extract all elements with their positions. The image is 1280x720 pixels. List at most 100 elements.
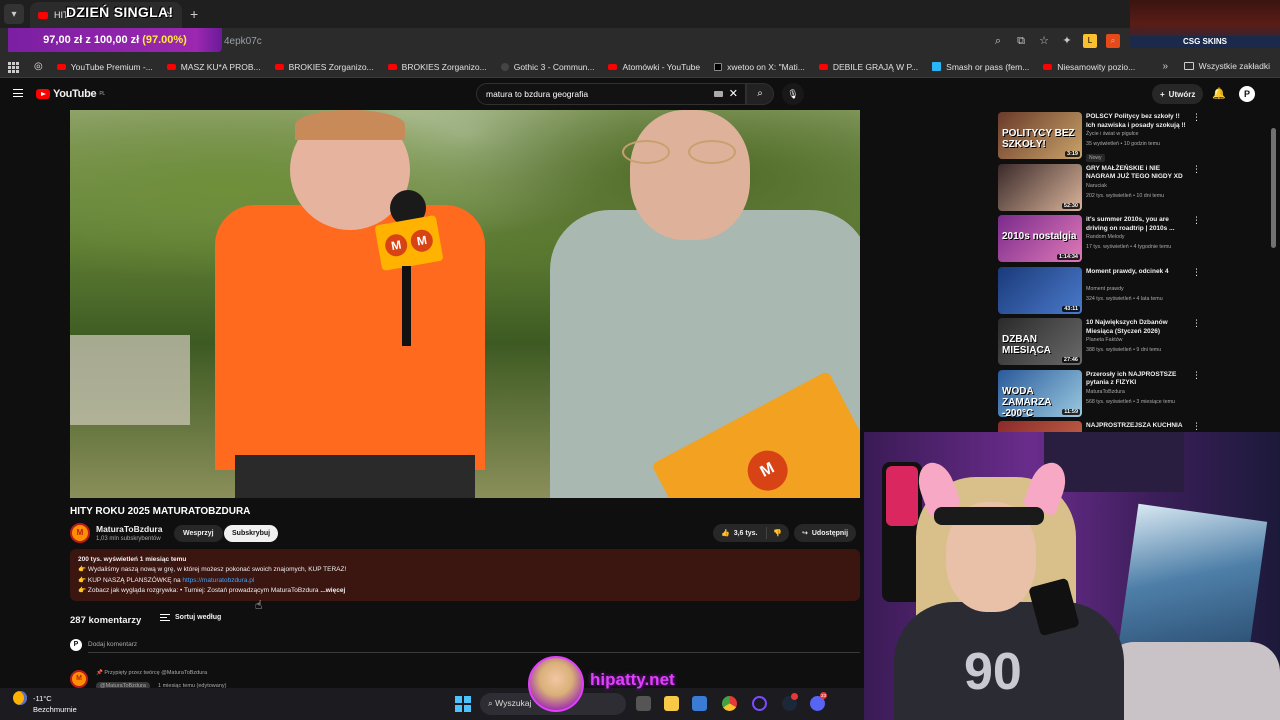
recommendation-thumbnail[interactable]: POLITYCY BEZ SZKOŁY! 3:19 (998, 112, 1082, 159)
keyboard-icon[interactable] (714, 91, 723, 97)
new-badge: Nowy (1086, 154, 1105, 162)
sort-comments-button[interactable]: Sortuj według (160, 614, 221, 621)
menu-icon[interactable] (13, 89, 23, 97)
recommendation-thumbnail[interactable]: 52:30 (998, 163, 1082, 211)
extension-yellow-icon[interactable]: L (1083, 34, 1097, 48)
search-button[interactable]: ⌕ (746, 83, 774, 105)
new-tab-icon[interactable]: + (190, 6, 198, 22)
install-app-icon[interactable]: ⧉ (1014, 34, 1028, 48)
account-avatar[interactable]: P (1239, 86, 1255, 102)
recommendation-channel[interactable]: Moment prawdy (1086, 286, 1124, 292)
recommendation-thumbnail[interactable] (998, 421, 1082, 432)
bookmark-item[interactable]: MASZ KU*A PROB... (166, 62, 261, 72)
more-options-icon[interactable]: ⋮ (1192, 422, 1201, 431)
video-description[interactable]: 200 tys. wyświetleń 1 miesiąc temu 👉 Wyd… (70, 549, 860, 601)
apps-grid-icon[interactable] (8, 61, 19, 73)
recommendation-thumbnail[interactable]: 2010s nostalgia 1:14:34 (998, 215, 1082, 262)
share-label: Udostępnij (811, 529, 849, 537)
bookmark-item[interactable]: DEBILE GRAJĄ W P... (818, 62, 918, 72)
recommendation-title[interactable]: GRY MAŁŻEŃSKIE i NIE NAGRAM JUŻ TEGO NIG… (1086, 165, 1190, 182)
recommendation-title[interactable]: POLSCY Politycy bez szkoły !! Ich nazwis… (1086, 113, 1190, 130)
recommendation-item[interactable]: 52:30 GRY MAŁŻEŃSKIE i NIE NAGRAM JUŻ TEG… (998, 163, 1258, 212)
create-button[interactable]: + Utwórz (1152, 84, 1204, 104)
recommendation-channel[interactable]: Planeta Faktów (1086, 337, 1123, 343)
recommendation-title[interactable]: it's summer 2010s, you are driving on ro… (1086, 216, 1190, 233)
tab-search-dropdown-icon[interactable]: ▾ (4, 4, 24, 24)
channel-avatar[interactable]: M (70, 523, 90, 543)
bookmark-item[interactable]: Atomówki - YouTube (608, 62, 700, 72)
bookmark-chrome-icon[interactable]: ◎ (34, 61, 43, 72)
recommendation-title[interactable]: NAJPROSTRZEJSZA KUCHNIA (1086, 422, 1190, 431)
more-options-icon[interactable]: ⋮ (1192, 164, 1201, 173)
bookmark-item[interactable]: BROKIES Zorganizo... (274, 61, 374, 72)
weather-icon[interactable] (13, 691, 27, 705)
all-bookmarks-button[interactable]: Wszystkie zakładki (1183, 61, 1270, 71)
recommendation-title[interactable]: Moment prawdy, odcinek 4 (1086, 268, 1190, 277)
app-icon[interactable] (752, 696, 767, 711)
microsoft-store-icon[interactable] (692, 696, 707, 711)
weather-description[interactable]: Bezchmurnie (33, 705, 77, 714)
description-link[interactable]: https://maturatobzdura.pl (182, 577, 254, 584)
search-input[interactable]: matura to bzdura geografia ✕ (476, 83, 746, 105)
subscribe-button[interactable]: Subskrybuj (224, 525, 279, 542)
sidebar-scrollbar[interactable] (1271, 128, 1276, 248)
thumbnail-text: DZBAN MIESIĄCA (1002, 334, 1051, 356)
more-options-icon[interactable]: ⋮ (1192, 370, 1201, 379)
bookmark-label: BROKIES Zorganizo... (288, 61, 374, 72)
recommendation-channel[interactable]: MaturaToBzdura (1086, 389, 1125, 395)
address-bar-url[interactable]: 4epk07c (224, 36, 262, 47)
video-duration: 52:30 (1061, 202, 1080, 209)
windows-start-icon[interactable] (455, 696, 471, 712)
share-button[interactable]: ↪ Udostępnij (794, 524, 857, 542)
show-more-link[interactable]: ...więcej (320, 587, 345, 594)
chrome-icon[interactable] (722, 696, 737, 711)
windows-taskbar: -11°C Bezchmurnie ⌕ Wyszukaj 23 (0, 688, 864, 720)
extensions-icon[interactable]: ✦ (1060, 34, 1074, 48)
video-path (70, 335, 190, 425)
clear-search-icon[interactable]: ✕ (729, 87, 738, 100)
task-view-icon[interactable] (636, 696, 651, 711)
dislike-button[interactable]: 👎 (767, 529, 782, 537)
recommendation-item[interactable]: POLITYCY BEZ SZKOŁY! 3:19 POLSCY Politycy … (998, 112, 1258, 162)
recommendation-item[interactable]: NAJPROSTRZEJSZA KUCHNIA ⋮ (998, 421, 1258, 432)
mic-logo-left: M (383, 232, 409, 259)
like-button[interactable]: 👍 3,6 tys. (713, 527, 767, 539)
bookmark-item[interactable]: Niesamowity pozio... (1043, 62, 1135, 72)
bookmarks-overflow-icon[interactable]: » (1162, 61, 1168, 72)
bookmark-item[interactable]: xwetoo on X: "Mati... (714, 62, 805, 72)
bookmark-item[interactable]: BROKIES Zorganizo... (387, 62, 487, 72)
file-explorer-icon[interactable] (664, 696, 679, 711)
recommendation-item[interactable]: DZBAN MIESIĄCA 27:46 10 Największych Dzban… (998, 318, 1258, 366)
bookmark-label: Smash or pass (fem... (946, 61, 1030, 72)
more-options-icon[interactable]: ⋮ (1192, 319, 1201, 328)
recommendation-item[interactable]: 43:11 Moment prawdy, odcinek 4 Moment praw… (998, 266, 1258, 315)
more-options-icon[interactable]: ⋮ (1192, 267, 1201, 276)
recommendation-title[interactable]: 10 Największych Dzbanów Miesiąca (Stycze… (1086, 319, 1190, 336)
bookmark-item[interactable]: Smash or pass (fem... (932, 62, 1029, 72)
weather-temperature[interactable]: -11°C (33, 694, 52, 703)
notifications-bell-icon[interactable]: 🔔 (1212, 87, 1226, 100)
recommendation-title[interactable]: Przerosły ich NAJPROSTSZE pytania z FIZY… (1086, 371, 1190, 388)
more-options-icon[interactable]: ⋮ (1192, 216, 1201, 225)
recommendation-thumbnail[interactable]: 43:11 (998, 266, 1082, 314)
bookmark-item[interactable]: Gothic 3 - Commun... (500, 62, 594, 72)
video-player[interactable]: M M M (70, 110, 860, 498)
recommendation-item[interactable]: WODA ZAMARZA -200°C 11:59 Przerosły ich NA… (998, 369, 1258, 418)
bookmark-item[interactable]: YouTube Premium -... (56, 62, 153, 72)
youtube-logo[interactable]: YouTube PL (36, 88, 105, 100)
recommendation-channel[interactable]: Naruciak (1086, 183, 1107, 189)
support-button[interactable]: Wesprzyj (174, 525, 223, 542)
add-comment-input[interactable]: Dodaj komentarz (88, 641, 137, 648)
extension-red-icon[interactable]: ⌕ (1106, 34, 1120, 48)
bookmark-star-icon[interactable]: ☆ (1037, 34, 1051, 48)
comment-avatar[interactable]: M (70, 670, 88, 688)
recommendation-thumbnail[interactable]: DZBAN MIESIĄCA 27:46 (998, 318, 1082, 365)
more-options-icon[interactable]: ⋮ (1192, 113, 1201, 122)
voice-search-button[interactable]: 🎙 (782, 83, 804, 105)
recommendation-thumbnail[interactable]: WODA ZAMARZA -200°C 11:59 (998, 369, 1082, 417)
recommendation-channel[interactable]: Random Melody (1086, 234, 1125, 240)
channel-name[interactable]: MaturaToBzdura (96, 524, 162, 534)
recommendation-item[interactable]: 2010s nostalgia 1:14:34 it's summer 2010s,… (998, 215, 1258, 263)
recommendation-channel[interactable]: Życie i świat w pigułce (1086, 131, 1138, 137)
zoom-icon[interactable]: ⌕ (991, 34, 1005, 48)
